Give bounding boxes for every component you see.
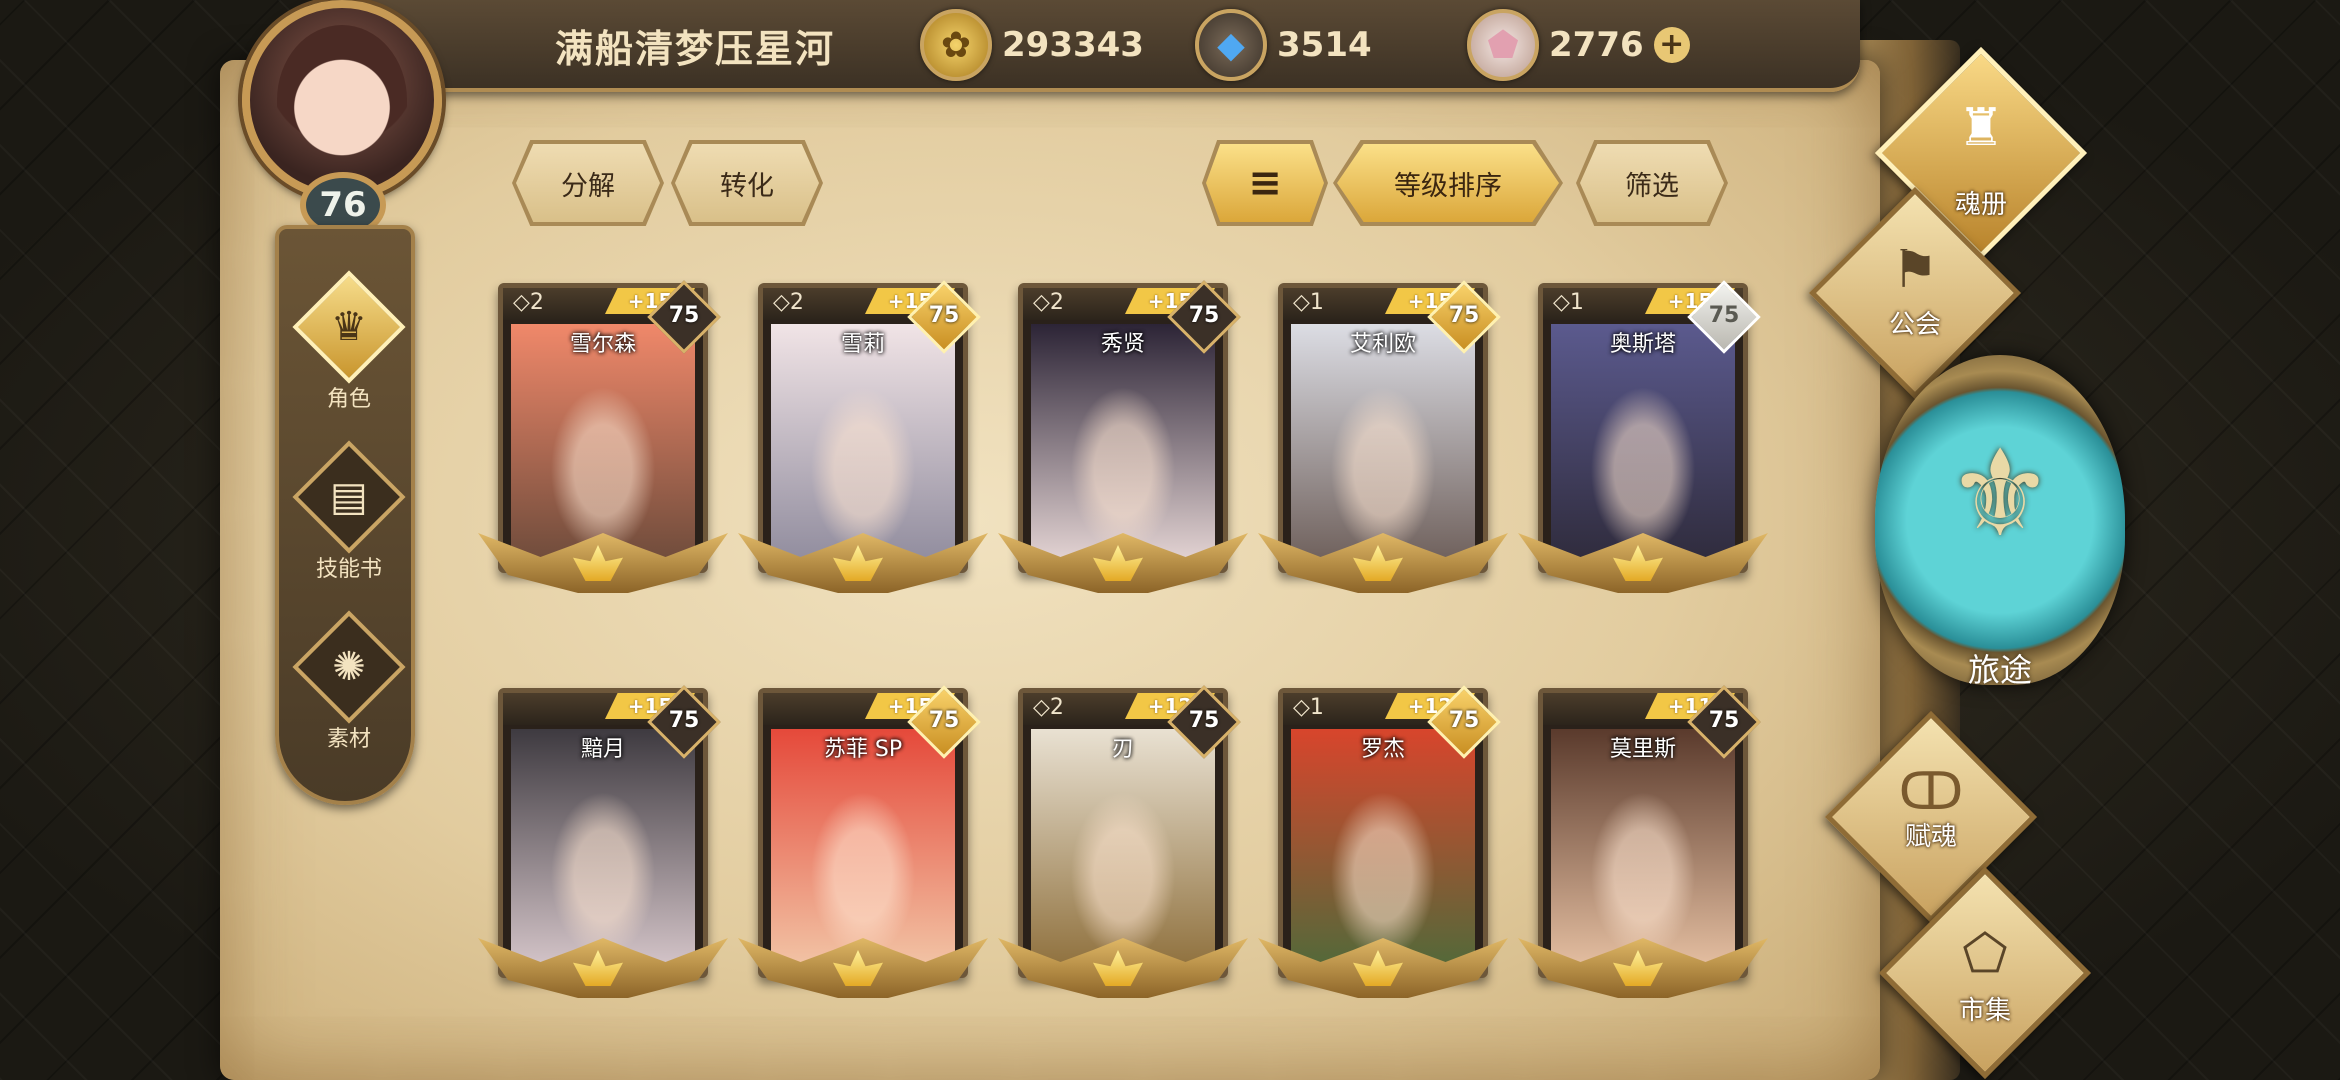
gem-currency: ⬟ 2776 + — [1467, 9, 1690, 81]
flame-swirl-icon: ↀ — [1898, 762, 1964, 822]
sidebar-item-label: 技能书 — [315, 557, 382, 582]
filter-button[interactable]: 筛选 — [1580, 144, 1724, 222]
convert-button[interactable]: 转化 — [675, 144, 819, 222]
helmet-icon: ♜ — [1957, 98, 2005, 158]
hero-card[interactable]: ◇2 +12 刃 75 — [998, 685, 1248, 998]
market-label: 市集 — [1958, 996, 2011, 1026]
crystal-currency: ◆ 3514 — [1195, 9, 1372, 81]
hero-portrait — [771, 324, 955, 568]
hero-card[interactable]: ◇1 +15 奥斯塔 75 — [1518, 280, 1768, 593]
hero-stars: ◇1 — [1553, 290, 1584, 315]
sort-icon: ≡ — [1248, 160, 1282, 206]
hero-stars: ◇2 — [1033, 695, 1064, 720]
hero-stars: ◇2 — [1033, 290, 1064, 315]
market-button[interactable]: ⬠ 市集 — [1878, 866, 2092, 1080]
market-gem-icon: ⬠ — [1962, 924, 2008, 984]
hero-level: 75 — [668, 303, 700, 328]
hero-portrait — [511, 324, 695, 568]
hero-stars: ◇2 — [773, 290, 804, 315]
hero-portrait — [511, 729, 695, 973]
hero-portrait — [771, 729, 955, 973]
gold-currency: ✿ 293343 — [920, 9, 1144, 81]
hero-card[interactable]: +15 苏菲 SP 75 — [738, 685, 988, 998]
hero-level: 75 — [1188, 708, 1220, 733]
sidebar-item-material[interactable]: ✺ 素材 — [279, 609, 419, 759]
hero-level: 75 — [1708, 303, 1740, 328]
blue-crystal-icon: ◆ — [1195, 9, 1267, 81]
hero-level: 75 — [928, 303, 960, 328]
hero-card[interactable]: +11 莫里斯 75 — [1518, 685, 1768, 998]
journey-emblem-icon: ⚜ — [1946, 425, 2054, 564]
gold-value: 293343 — [1002, 25, 1144, 65]
sort-by-level-button[interactable]: 等级排序 — [1337, 144, 1559, 222]
player-name: 满船清梦压星河 — [555, 27, 836, 71]
sidebar-item-label: 素材 — [326, 727, 371, 752]
soul-gift-label: 赋魂 — [1904, 822, 1957, 852]
hero-portrait — [1551, 324, 1735, 568]
category-sidebar: ♛ 角色 ▤ 技能书 ✺ 素材 — [275, 225, 415, 805]
avatar-portrait — [242, 0, 442, 200]
character-icon: ♛ — [292, 270, 406, 384]
sidebar-item-skill-book[interactable]: ▤ 技能书 — [279, 439, 419, 589]
journey-label: 旅途 — [1967, 651, 2032, 689]
hero-card[interactable]: ◇1 +12 罗杰 75 — [1258, 685, 1508, 998]
hero-card[interactable]: ◇2 +15 雪尔森 75 — [478, 280, 728, 593]
hero-portrait — [1031, 729, 1215, 973]
sort-order-button[interactable]: ≡ — [1206, 144, 1324, 222]
material-icon: ✺ — [292, 610, 406, 724]
add-gem-button[interactable]: + — [1653, 27, 1690, 63]
hero-card[interactable]: +15 黯月 75 — [478, 685, 728, 998]
hero-level: 75 — [1188, 303, 1220, 328]
guild-label: 公会 — [1888, 310, 1941, 340]
sidebar-item-label: 角色 — [326, 387, 371, 412]
hero-level: 75 — [1448, 708, 1480, 733]
hero-level: 75 — [668, 708, 700, 733]
hero-portrait — [1031, 324, 1215, 568]
hero-portrait — [1291, 324, 1475, 568]
hero-stars: ◇1 — [1293, 695, 1324, 720]
guild-banner-icon: ⚑ — [1891, 240, 1939, 300]
hero-level: 75 — [1448, 303, 1480, 328]
hero-level: 75 — [928, 708, 960, 733]
decompose-button[interactable]: 分解 — [516, 144, 660, 222]
hero-card[interactable]: ◇2 +15 雪莉 75 — [738, 280, 988, 593]
skill-book-icon: ▤ — [292, 440, 406, 554]
gold-coin-icon: ✿ — [920, 9, 992, 81]
hero-stars: ◇1 — [1293, 290, 1324, 315]
hero-portrait — [1291, 729, 1475, 973]
pink-gem-icon: ⬟ — [1467, 9, 1539, 81]
hero-level: 75 — [1708, 708, 1740, 733]
avatar-face — [277, 25, 407, 175]
hero-stars: ◇2 — [513, 290, 544, 315]
hero-portrait — [1551, 729, 1735, 973]
hero-card[interactable]: ◇2 +15 秀贤 75 — [998, 280, 1248, 593]
sidebar-item-character[interactable]: ♛ 角色 — [279, 269, 419, 419]
hero-card[interactable]: ◇1 +15 艾利欧 75 — [1258, 280, 1508, 593]
crystal-value: 3514 — [1277, 25, 1372, 65]
player-avatar[interactable]: 76 — [222, 0, 482, 240]
journey-button[interactable]: ⚜ 旅途 — [1875, 355, 2125, 689]
gem-value: 2776 — [1549, 25, 1644, 65]
